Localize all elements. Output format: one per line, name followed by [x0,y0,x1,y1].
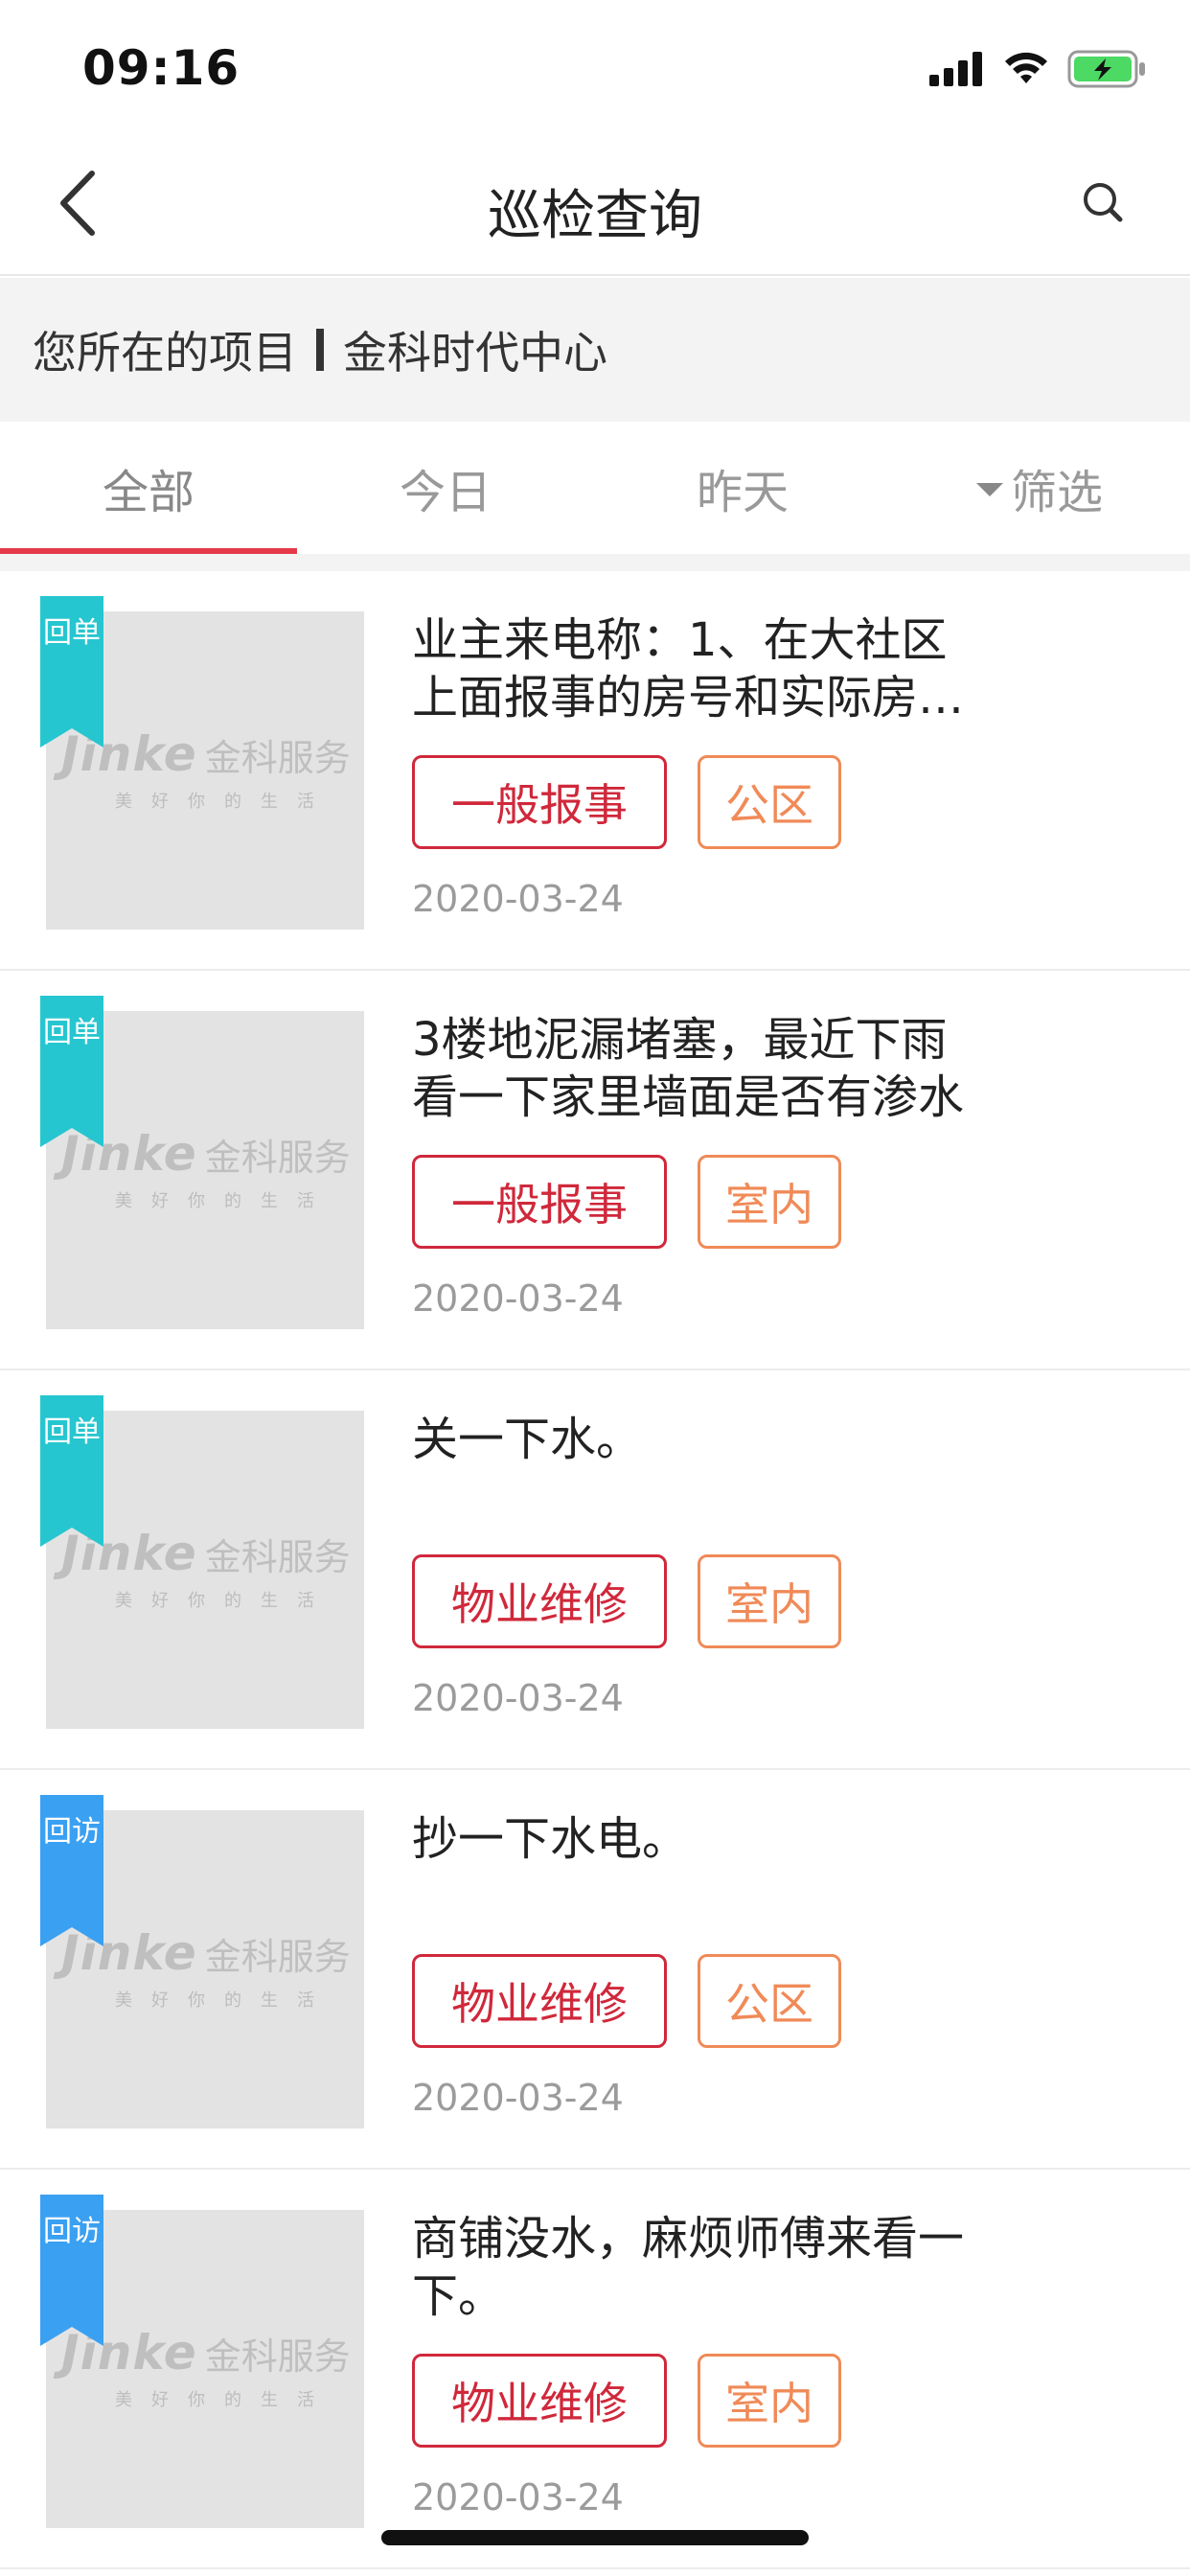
cellular-signal-icon [929,52,985,90]
jinke-logo: Jinke 金科服务 美好你的生活 [61,1526,351,1611]
tab-yesterday[interactable]: 昨天 [594,422,891,554]
status-icons [929,50,1148,92]
item-title: 关一下水。 [412,1413,643,1466]
project-separator [316,329,324,371]
status-time: 09:16 [82,40,240,96]
item-title: 抄一下水电。 [412,1812,689,1866]
project-bar: 您所在的项目 金科时代中心 [0,278,1190,422]
search-button[interactable] [1075,176,1133,234]
badge-text: 回单 [43,1415,101,1449]
area-tag: 公区 [698,1954,841,2048]
badge-text: 回访 [43,1815,101,1849]
battery-charging-icon [1067,50,1148,92]
list-item[interactable]: Jinke 金科服务 美好你的生活 回单 3楼地泥漏堵塞，最近下雨看一下家里墙面… [0,971,1190,1370]
jinke-logo: Jinke 金科服务 美好你的生活 [61,1126,351,1211]
area-tag: 公区 [698,755,841,849]
status-badge: 回单 [40,1395,103,1547]
jinke-logo: Jinke 金科服务 美好你的生活 [61,2325,351,2410]
status-badge: 回访 [40,2195,103,2346]
tab-all[interactable]: 全部 [0,422,297,554]
category-tag: 一般报事 [412,755,667,849]
area-tag: 室内 [698,2354,841,2448]
filter-tabs: 全部 今日 昨天 筛选 [0,422,1190,554]
dropdown-triangle-icon [975,483,1003,496]
status-badge: 回单 [40,596,103,748]
list-item[interactable]: Jinke 金科服务 美好你的生活 回单 业主来电称：1、在大社区上面报事的房号… [0,571,1190,971]
item-title: 商铺没水，麻烦师傅来看一下。 [412,2212,965,2323]
home-indicator [381,2530,809,2545]
item-date: 2020-03-24 [412,1677,624,1719]
item-date: 2020-03-24 [412,2476,624,2518]
page-title: 巡检查询 [488,185,702,247]
category-tag: 一般报事 [412,1155,667,1249]
item-date: 2020-03-24 [412,878,624,920]
nav-bar: 巡检查询 [0,134,1190,276]
status-badge: 回访 [40,1795,103,1946]
category-tag: 物业维修 [412,2354,667,2448]
tab-today[interactable]: 今日 [297,422,594,554]
wifi-icon [1002,51,1050,91]
jinke-logo: Jinke 金科服务 美好你的生活 [61,1925,351,2011]
list-item[interactable]: Jinke 金科服务 美好你的生活 回访 商铺没水，麻烦师傅来看一下。 物业维修… [0,2170,1190,2569]
status-bar: 09:16 [0,0,1190,134]
area-tag: 室内 [698,1155,841,1249]
list-item[interactable]: Jinke 金科服务 美好你的生活 回访 抄一下水电。 物业维修 公区 2020… [0,1770,1190,2170]
list-item[interactable]: Jinke 金科服务 美好你的生活 回单 关一下水。 物业维修 室内 2020-… [0,1370,1190,1770]
project-name: 金科时代中心 [343,327,607,379]
jinke-logo: Jinke 金科服务 美好你的生活 [61,726,351,812]
category-tag: 物业维修 [412,1554,667,1648]
section-divider [0,554,1190,571]
inspection-list: Jinke 金科服务 美好你的生活 回单 业主来电称：1、在大社区上面报事的房号… [0,571,1190,2569]
status-badge: 回单 [40,996,103,1147]
item-title: 3楼地泥漏堵塞，最近下雨看一下家里墙面是否有渗水 [412,1013,965,1124]
tab-filter[interactable]: 筛选 [891,422,1188,554]
badge-text: 回单 [43,1016,101,1049]
area-tag: 室内 [698,1554,841,1648]
search-icon [1082,181,1126,229]
badge-text: 回单 [43,616,101,650]
item-date: 2020-03-24 [412,2077,624,2119]
item-date: 2020-03-24 [412,1277,624,1320]
item-title: 业主来电称：1、在大社区上面报事的房号和实际房号不一致 [412,613,965,724]
project-label: 您所在的项目 [33,327,297,379]
badge-text: 回访 [43,2215,101,2248]
category-tag: 物业维修 [412,1954,667,2048]
